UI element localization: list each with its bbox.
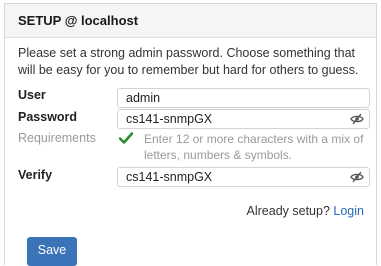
password-value: cs141-snmpGX (126, 112, 213, 126)
verify-value: cs141-snmpGX (126, 170, 213, 184)
eye-slash-icon[interactable] (350, 171, 364, 183)
already-setup-line: Already setup? Login (5, 204, 364, 218)
requirements-text: Enter 12 or more characters with a mix o… (144, 132, 364, 162)
intro-text: Please set a strong admin password. Choo… (18, 46, 359, 77)
verify-field[interactable]: cs141-snmpGX (117, 167, 370, 187)
page-title: SETUP @ localhost (18, 13, 139, 28)
password-label: Password (18, 110, 78, 124)
login-link[interactable]: Login (333, 204, 364, 218)
user-field[interactable]: admin (117, 88, 370, 108)
setup-panel: SETUP @ localhost Please set a strong ad… (4, 3, 377, 266)
panel-header: SETUP @ localhost (5, 4, 376, 38)
already-setup-text: Already setup? (246, 204, 330, 218)
password-field[interactable]: cs141-snmpGX (117, 109, 370, 129)
checkmark-icon (119, 132, 133, 144)
eye-slash-icon[interactable] (350, 113, 364, 125)
verify-label: Verify (18, 168, 53, 182)
requirements-label: Requirements (18, 131, 96, 145)
user-value: admin (126, 91, 161, 105)
user-label: User (18, 88, 46, 102)
